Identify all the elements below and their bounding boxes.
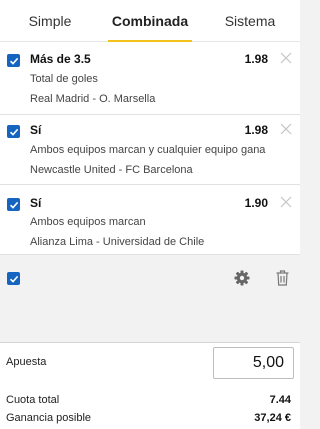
check-icon	[9, 275, 18, 283]
potential-win-label: Ganancia posible	[6, 412, 92, 424]
bet-odds: 1.98	[244, 52, 268, 66]
bet-type-tabs: Simple Combinada Sistema	[0, 0, 300, 42]
bet-selection: Sí	[30, 123, 42, 137]
bet-selection: Sí	[30, 196, 42, 210]
tab-combinada[interactable]: Combinada	[100, 0, 200, 42]
total-odds-label: Cuota total	[6, 394, 60, 406]
betslip-toolbar	[0, 255, 300, 343]
check-icon	[9, 57, 18, 65]
bet-item: Más de 3.5 1.98 Total de goles Real Madr…	[0, 42, 300, 115]
bet-odds: 1.98	[244, 123, 268, 137]
check-icon	[9, 201, 18, 209]
bet-checkbox[interactable]	[7, 198, 20, 211]
trash-icon[interactable]	[276, 270, 289, 286]
tab-simple[interactable]: Simple	[0, 0, 100, 41]
bet-item: Sí 1.90 Ambos equipos marcan Alianza Lim…	[0, 185, 300, 255]
stake-input[interactable]: 5,00	[213, 347, 294, 379]
total-odds-value: 7.44	[269, 394, 291, 406]
bet-match: Real Madrid - O. Marsella	[30, 93, 156, 105]
tab-sistema[interactable]: Sistema	[200, 0, 300, 41]
betslip-summary: Apuesta 5,00 Cuota total 7.44 Ganancia p…	[0, 343, 300, 429]
bet-item: Sí 1.98 Ambos equipos marcan y cualquier…	[0, 115, 300, 185]
check-icon	[9, 128, 18, 136]
bet-match: Newcastle United - FC Barcelona	[30, 164, 193, 176]
potential-win-value: 37,24 €	[254, 412, 291, 424]
bet-market: Ambos equipos marcan	[30, 216, 146, 228]
select-all-checkbox[interactable]	[7, 272, 20, 285]
bet-market: Ambos equipos marcan y cualquier equipo …	[30, 144, 266, 156]
bet-selection: Más de 3.5	[30, 52, 91, 66]
bet-match: Alianza Lima - Universidad de Chile	[30, 236, 205, 248]
close-icon[interactable]	[280, 123, 292, 135]
stake-label: Apuesta	[6, 356, 47, 368]
close-icon[interactable]	[280, 196, 292, 208]
bet-checkbox[interactable]	[7, 54, 20, 67]
bet-market: Total de goles	[30, 73, 98, 85]
gear-icon[interactable]	[234, 270, 250, 286]
bet-odds: 1.90	[244, 196, 268, 210]
close-icon[interactable]	[280, 52, 292, 64]
bet-checkbox[interactable]	[7, 125, 20, 138]
